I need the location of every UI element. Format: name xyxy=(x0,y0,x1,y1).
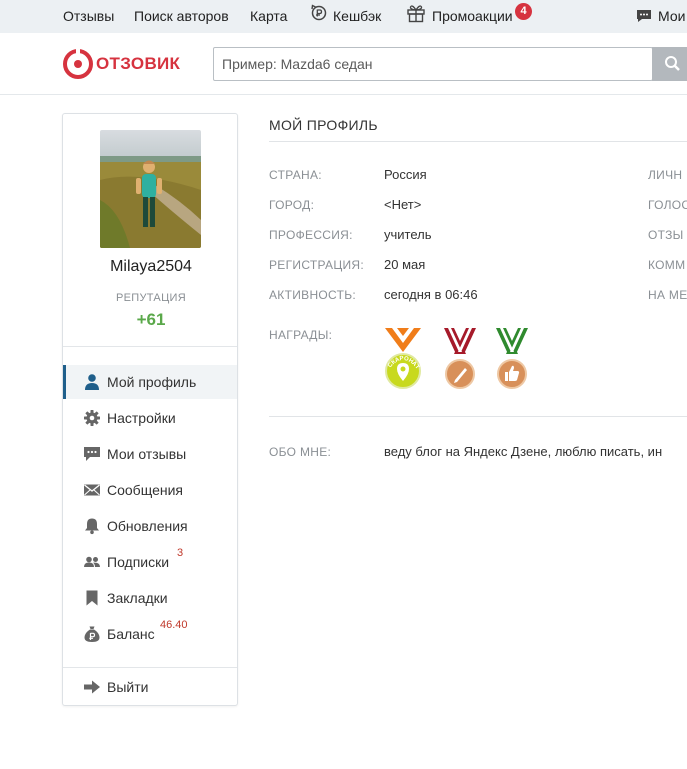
sidebar-item-label: Мои отзывы xyxy=(107,446,187,462)
stats-label-comments: КОММ xyxy=(648,258,686,272)
gift-icon xyxy=(407,5,425,23)
sidebar-item-settings[interactable]: Настройки xyxy=(63,401,237,435)
search-input[interactable] xyxy=(213,47,653,81)
sidebar-item-updates[interactable]: Обновления xyxy=(63,509,237,543)
nav-my-link[interactable]: Мои xyxy=(658,8,685,24)
search-icon xyxy=(665,56,680,71)
stats-label-on-me: НА МЕ xyxy=(648,288,687,302)
profile-sidebar: Milaya2504 РЕПУТАЦИЯ +61 Мой профиль Нас… xyxy=(62,113,238,706)
field-value-country: Россия xyxy=(384,167,427,182)
sidebar-item-label: Мой профиль xyxy=(107,374,197,390)
sidebar-item-messages[interactable]: Сообщения xyxy=(63,473,237,507)
nav-reviews-link[interactable]: Отзывы xyxy=(63,8,114,24)
field-label-profession: ПРОФЕССИЯ: xyxy=(269,228,353,242)
sidebar-item-label: Баланс xyxy=(107,626,155,642)
field-value-profession: учитель xyxy=(384,227,432,242)
nav-map-link[interactable]: Карта xyxy=(250,8,287,24)
bell-icon xyxy=(85,518,99,535)
sidebar-item-bookmarks[interactable]: Закладки xyxy=(63,581,237,615)
stats-label-votes: ГОЛОС xyxy=(648,198,687,212)
reputation-label: РЕПУТАЦИЯ xyxy=(116,292,186,304)
site-header: ОТЗОВИК xyxy=(0,33,687,95)
balance-amount-badge: 46.40 xyxy=(160,619,188,631)
nav-authors-link[interactable]: Поиск авторов xyxy=(134,8,229,24)
users-icon xyxy=(84,556,100,567)
stats-label-personal: ЛИЧН xyxy=(648,168,683,182)
cashback-icon xyxy=(311,4,327,21)
field-label-city: ГОРОД: xyxy=(269,198,315,212)
promo-count-badge: 4 xyxy=(515,3,532,20)
avatar[interactable] xyxy=(100,130,201,248)
field-label-activity: АКТИВНОСТЬ: xyxy=(269,288,357,302)
gear-icon xyxy=(84,410,100,426)
award-medal-icon[interactable] xyxy=(492,326,532,392)
logout-button[interactable]: Выйти xyxy=(63,670,237,704)
logout-label: Выйти xyxy=(107,679,149,695)
nav-cashback-link[interactable]: Кешбэк xyxy=(333,8,381,24)
sidebar-item-label: Сообщения xyxy=(107,482,183,498)
divider xyxy=(269,416,687,417)
award-medal-icon[interactable]: СКАРОНАТ xyxy=(383,326,423,392)
logo-text: ОТЗОВИК xyxy=(96,54,181,73)
reputation-value: +61 xyxy=(136,310,166,329)
sidebar-item-label: Обновления xyxy=(107,518,188,534)
search-button[interactable] xyxy=(652,47,687,81)
top-nav: Отзывы Поиск авторов Карта Кешбэк Промоа… xyxy=(0,0,687,33)
field-value-registration: 20 мая xyxy=(384,257,426,272)
envelope-icon xyxy=(84,484,100,496)
nav-promo-link[interactable]: Промоакции xyxy=(432,8,513,24)
stats-label-reviews: ОТЗЫ xyxy=(648,228,684,242)
divider xyxy=(63,667,237,668)
money-bag-icon xyxy=(84,626,100,642)
sidebar-item-label: Настройки xyxy=(107,410,176,426)
username: Milaya2504 xyxy=(110,258,192,275)
bookmark-icon xyxy=(86,590,98,606)
messages-icon xyxy=(637,10,651,22)
sidebar-item-balance[interactable]: Баланс 46.40 xyxy=(63,617,237,651)
field-label-registration: РЕГИСТРАЦИЯ: xyxy=(269,258,365,272)
sidebar-item-my-reviews[interactable]: Мои отзывы xyxy=(63,437,237,471)
divider xyxy=(63,346,237,347)
logo-mark-icon xyxy=(63,49,93,79)
site-logo[interactable]: ОТЗОВИК xyxy=(63,48,180,80)
divider xyxy=(269,141,687,142)
sidebar-item-label: Подписки xyxy=(107,554,170,570)
about-label: ОБО МНЕ: xyxy=(269,445,332,459)
awards-label: НАГРАДЫ: xyxy=(269,328,333,342)
about-text: веду блог на Яндекс Дзене, люблю писать,… xyxy=(384,444,663,459)
subscriptions-count-badge: 3 xyxy=(177,547,184,559)
arrow-right-icon xyxy=(84,680,100,694)
sidebar-item-profile[interactable]: Мой профиль xyxy=(63,365,237,399)
field-label-country: СТРАНА: xyxy=(269,168,322,182)
sidebar-item-subscriptions[interactable]: Подписки 3 xyxy=(63,545,237,579)
field-value-activity: сегодня в 06:46 xyxy=(384,287,478,302)
user-icon xyxy=(85,374,99,390)
page-title: МОЙ ПРОФИЛЬ xyxy=(269,117,378,133)
award-medal-icon[interactable] xyxy=(440,326,480,392)
field-value-city: <Нет> xyxy=(384,197,422,212)
sidebar-item-label: Закладки xyxy=(107,590,168,606)
chat-icon xyxy=(84,447,100,461)
